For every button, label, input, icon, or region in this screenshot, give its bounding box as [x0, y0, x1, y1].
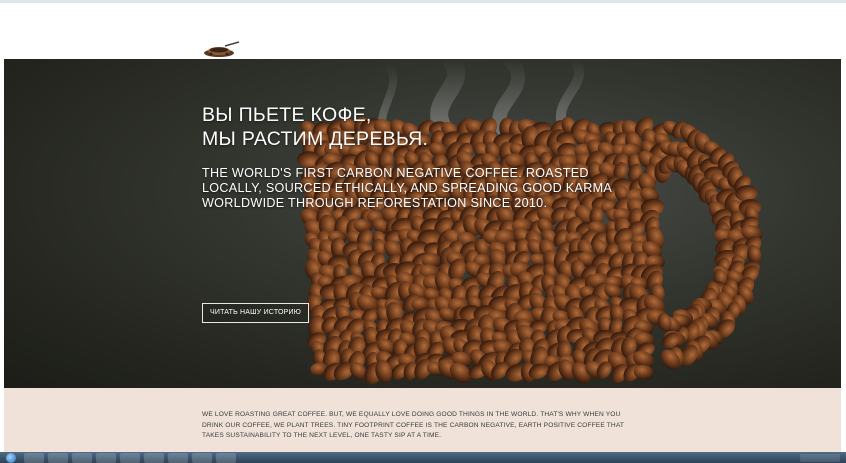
taskbar-item[interactable] — [144, 453, 164, 463]
coffee-cup-logo[interactable] — [203, 40, 241, 58]
taskbar-item[interactable] — [72, 453, 92, 463]
about-text: WE LOVE ROASTING GREAT COFFEE. BUT, WE E… — [202, 411, 624, 439]
taskbar-item[interactable] — [24, 453, 44, 463]
taskbar-item[interactable] — [96, 453, 116, 463]
windows-start-icon[interactable] — [6, 453, 16, 463]
hero-title-line1: ВЫ ПЬЕТЕ КОФЕ, — [202, 104, 372, 126]
read-our-story-button[interactable]: ЧИТАТЬ НАШУ ИСТОРИЮ — [202, 303, 309, 323]
site-header — [0, 3, 846, 59]
hero-title-line2: МЫ РАСТИМ ДЕРЕВЬЯ. — [202, 128, 429, 150]
os-taskbar — [0, 452, 846, 463]
taskbar-item[interactable] — [216, 453, 236, 463]
taskbar-item[interactable] — [192, 453, 212, 463]
taskbar-item[interactable] — [120, 453, 140, 463]
coffee-beans — [296, 116, 763, 385]
taskbar-item[interactable] — [168, 453, 188, 463]
hero-subtitle: THE WORLD'S FIRST CARBON NEGATIVE COFFEE… — [202, 166, 612, 210]
hero-title: ВЫ ПЬЕТЕ КОФЕ, МЫ РАСТИМ ДЕРЕВЬЯ. — [202, 103, 428, 151]
taskbar-item[interactable] — [48, 453, 68, 463]
hero-banner: ВЫ ПЬЕТЕ КОФЕ, МЫ РАСТИМ ДЕРЕВЬЯ. THE WO… — [4, 59, 841, 388]
about-section: WE LOVE ROASTING GREAT COFFEE. BUT, WE E… — [4, 388, 841, 452]
system-tray[interactable] — [800, 454, 840, 462]
